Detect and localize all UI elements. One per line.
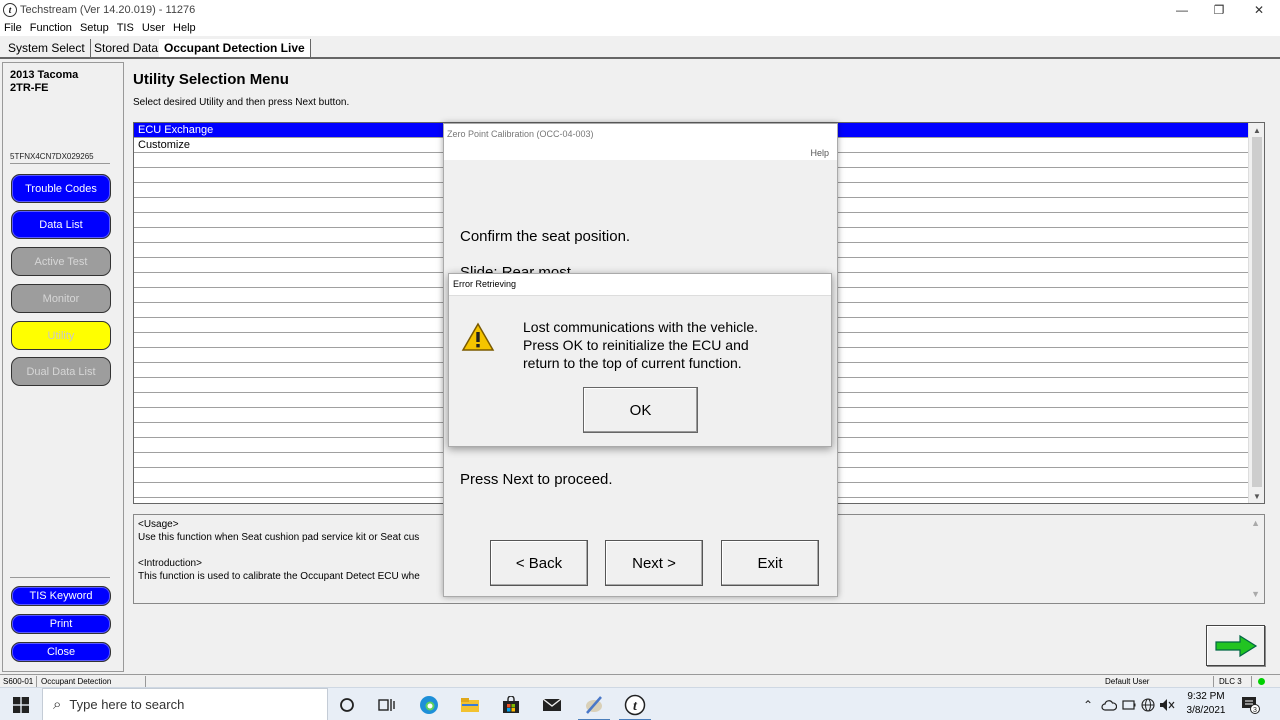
menu-function[interactable]: Function	[30, 22, 72, 34]
error-message-line: return to the top of current function.	[523, 355, 742, 371]
menu-help[interactable]: Help	[173, 22, 196, 34]
taskbar: ⌕ Type here to search t ⌃ 9:32 PM 3/8/20…	[0, 687, 1280, 720]
task-view-icon[interactable]	[367, 688, 407, 720]
volume-muted-icon[interactable]	[1159, 688, 1175, 720]
mail-icon[interactable]	[532, 688, 572, 720]
back-button[interactable]: < Back	[490, 540, 588, 586]
divider	[10, 577, 110, 578]
vehicle-info: 2013 Tacoma 2TR-FE	[10, 69, 78, 95]
desc-scroll-up-icon[interactable]: ▲	[1251, 517, 1260, 530]
right-arrow-icon	[1214, 634, 1257, 657]
page-subtitle: Select desired Utility and then press Ne…	[133, 97, 350, 108]
proceed-text: Press Next to proceed.	[460, 471, 613, 488]
paint-app-icon[interactable]	[574, 688, 614, 720]
trouble-codes-button[interactable]: Trouble Codes	[11, 174, 111, 203]
taskbar-search[interactable]: ⌕ Type here to search	[42, 688, 328, 720]
error-dialog-title: Error Retrieving	[453, 279, 517, 289]
vehicle-engine: 2TR-FE	[10, 82, 49, 94]
tab-system-select[interactable]: System Select	[3, 39, 91, 57]
vehicle-model: 2013 Tacoma	[10, 69, 79, 81]
maximize-button[interactable]: ❐	[1201, 0, 1237, 20]
data-list-button[interactable]: Data List	[11, 210, 111, 239]
help-link[interactable]: Help	[810, 148, 829, 158]
menu-bar: File Function Setup TIS User Help	[0, 20, 1280, 36]
error-message: Lost communications with the vehicle. Pr…	[523, 318, 758, 372]
status-dlc: DLC 3	[1216, 676, 1252, 687]
instruction-text: Confirm the seat position.	[460, 228, 631, 245]
tab-strip: System Select Stored Data Occupant Detec…	[0, 37, 1280, 59]
tray-overflow-icon[interactable]: ⌃	[1083, 688, 1093, 720]
search-placeholder: Type here to search	[69, 697, 185, 712]
page-title: Utility Selection Menu	[133, 71, 289, 88]
error-message-line: Press OK to reinitialize the ECU and	[523, 337, 749, 353]
battery-icon[interactable]	[1122, 688, 1136, 720]
connection-status-icon	[1258, 678, 1265, 685]
minimize-button[interactable]: —	[1164, 0, 1200, 20]
svg-text:3: 3	[1253, 707, 1257, 714]
active-test-button[interactable]: Active Test	[11, 247, 111, 276]
menu-user[interactable]: User	[142, 22, 165, 34]
menu-file[interactable]: File	[4, 22, 22, 34]
menu-setup[interactable]: Setup	[80, 22, 109, 34]
notification-center-icon[interactable]: 3	[1240, 694, 1260, 714]
status-bar: S600-01 Occupant Detection Default User …	[0, 674, 1280, 687]
status-user: Default User	[1102, 676, 1214, 687]
print-button[interactable]: Print	[11, 614, 111, 634]
edge-icon[interactable]	[409, 688, 449, 720]
divider	[10, 163, 110, 164]
menu-tis[interactable]: TIS	[117, 22, 134, 34]
scroll-up-icon[interactable]: ▲	[1249, 123, 1264, 137]
start-button[interactable]	[0, 688, 42, 720]
monitor-button[interactable]: Monitor	[11, 284, 111, 313]
network-globe-icon[interactable]	[1141, 688, 1155, 720]
file-explorer-icon[interactable]	[450, 688, 490, 720]
calibration-dialog-titlebar: Zero Point Calibration (OCC-04-003) Help	[444, 124, 837, 160]
cortana-icon[interactable]	[327, 688, 367, 720]
tab-stored-data[interactable]: Stored Data	[89, 39, 165, 57]
calibration-dialog-title: Zero Point Calibration (OCC-04-003)	[447, 129, 594, 139]
next-arrow-button[interactable]	[1206, 625, 1265, 666]
tab-occupant-detection-live[interactable]: Occupant Detection Live	[159, 39, 311, 57]
techstream-app-icon: t	[3, 3, 17, 17]
tis-keyword-button[interactable]: TIS Keyword	[11, 586, 111, 606]
techstream-taskbar-icon[interactable]: t	[615, 688, 655, 720]
scroll-thumb[interactable]	[1252, 137, 1262, 487]
ok-button[interactable]: OK	[583, 387, 698, 433]
next-button[interactable]: Next >	[605, 540, 703, 586]
dual-data-list-button[interactable]: Dual Data List	[11, 357, 111, 386]
vehicle-vin: 5TFNX4CN7DX029265	[10, 152, 94, 161]
warning-icon	[461, 322, 495, 355]
close-window-button[interactable]: ✕	[1241, 0, 1277, 20]
clock-time: 9:32 PM	[1187, 691, 1225, 702]
error-message-line: Lost communications with the vehicle.	[523, 319, 758, 335]
search-icon: ⌕	[53, 696, 62, 713]
status-function: Occupant Detection	[38, 676, 146, 687]
clock[interactable]: 9:32 PM 3/8/2021	[1178, 690, 1234, 718]
windows-icon	[13, 696, 29, 713]
left-panel: 2013 Tacoma 2TR-FE 5TFNX4CN7DX029265 Tro…	[2, 62, 124, 672]
scroll-down-icon[interactable]: ▼	[1249, 489, 1264, 503]
status-code: S600-01	[0, 676, 38, 687]
error-dialog-titlebar: Error Retrieving	[449, 274, 831, 296]
clock-date: 3/8/2021	[1186, 705, 1226, 716]
exit-button[interactable]: Exit	[721, 540, 819, 586]
window-title: Techstream (Ver 14.20.019) - 11276	[20, 4, 196, 16]
list-scrollbar[interactable]: ▲ ▼	[1248, 123, 1264, 503]
desc-scroll-down-icon[interactable]: ▼	[1251, 588, 1260, 601]
cloud-icon[interactable]	[1101, 688, 1117, 720]
store-icon[interactable]	[491, 688, 531, 720]
error-dialog: Error Retrieving Lost communications wit…	[448, 273, 832, 447]
close-button[interactable]: Close	[11, 642, 111, 662]
utility-button[interactable]: Utility	[11, 321, 111, 350]
title-bar: t Techstream (Ver 14.20.019) - 11276 — ❐…	[0, 0, 1280, 20]
